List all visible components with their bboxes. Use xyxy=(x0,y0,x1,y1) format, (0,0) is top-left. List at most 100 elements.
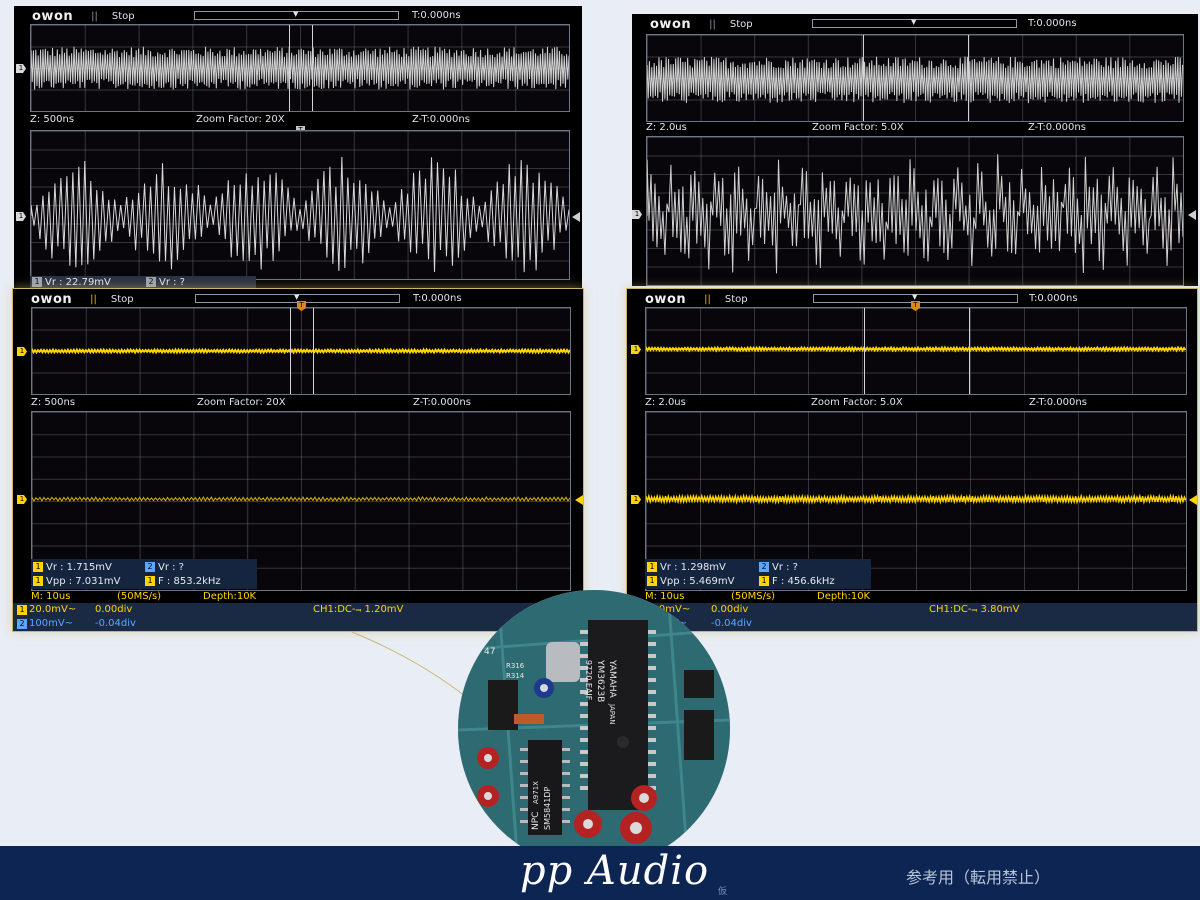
zoom-trigger-time: Z-T:0.000ns xyxy=(412,114,470,125)
scope-bottom-left: owon || Stop ▼ T:0.000ns 1 T Z: 500ns Zo… xyxy=(12,288,584,632)
yamaha-chip xyxy=(588,620,648,810)
pause-icon: || xyxy=(90,293,97,305)
zoom-window-marker xyxy=(289,25,313,111)
svg-text:A971X: A971X xyxy=(532,781,540,804)
zoom-time: Z: 500ns xyxy=(31,397,76,408)
scope-bottom-right: owon || Stop ▼ T:0.000ns 1 T Z: 2.0us Zo… xyxy=(626,288,1198,632)
sample-rate: (50MS/s) xyxy=(117,591,162,602)
pause-icon: || xyxy=(704,293,711,305)
zoom-factor: Zoom Factor: 20X xyxy=(196,114,285,125)
meas-vr-ch2: Vr : ? xyxy=(772,561,798,573)
zoom-trigger-time: Z-T:0.000ns xyxy=(1028,122,1086,133)
run-status: Stop xyxy=(729,18,753,30)
zoom-info-row: Z: 2.0us Zoom Factor: 5.0X Z-T:0.000ns xyxy=(632,120,1198,136)
zoom-info-row: Z: 500ns Zoom Factor: 20X Z-T:0.000ns xyxy=(14,112,582,128)
ch1-level-marker: 1 xyxy=(17,347,27,356)
zoom-window-marker xyxy=(290,308,314,394)
ch1-zoom-level-marker: 1 xyxy=(16,212,26,221)
trigger-time: T:0.000ns xyxy=(1028,18,1077,29)
owon-logo: owon xyxy=(31,291,73,307)
meas-vr-ch1: Vr : 22.79mV xyxy=(45,276,111,288)
trigger-time: T:0.000ns xyxy=(413,293,462,304)
meas-vr-ch2: Vr : ? xyxy=(158,561,184,573)
zoom-time: Z: 500ns xyxy=(30,114,75,125)
scope-top-left: owon || Stop ▼ T:0.000ns 1 Z: 500ns Zoom… xyxy=(14,6,582,288)
owon-logo: owon xyxy=(645,291,687,307)
ch2-settings-row: 2 100mV~ -0.04div xyxy=(13,617,583,631)
main-waveform-window xyxy=(646,34,1184,122)
zoom-waveform-window xyxy=(646,136,1184,286)
meas-freq-ch1: F : 853.2kHz xyxy=(158,575,221,587)
usage-notice: 参考用（転用禁止） xyxy=(906,868,1051,887)
svg-text:NPC: NPC xyxy=(531,812,541,830)
zoom-waveform-window xyxy=(30,130,570,280)
timebase: M: 10us xyxy=(645,591,685,602)
ch2-offset: -0.04div xyxy=(711,618,752,629)
run-status: Stop xyxy=(110,293,134,305)
svg-text:SM5841DP: SM5841DP xyxy=(543,787,552,831)
ch1-level-marker: 1 xyxy=(16,64,26,73)
ch1-zoom-level-marker: 1 xyxy=(17,495,27,504)
main-waveform-window xyxy=(31,307,571,395)
meas-vr-ch2: Vr : ? xyxy=(159,276,185,288)
zoom-window-marker xyxy=(864,308,970,394)
meas-vpp-ch1: Vpp : 7.031mV xyxy=(46,575,121,587)
zoom-window-marker xyxy=(863,35,969,121)
svg-text:9720 EAJF: 9720 EAJF xyxy=(584,660,593,701)
ch1-scale: 20.0mV~ xyxy=(29,604,77,615)
trigger-time: T:0.000ns xyxy=(1029,293,1078,304)
memory-position-bar: ▼ xyxy=(812,18,1017,28)
trigger-level-marker xyxy=(1188,210,1196,220)
zoom-time: Z: 2.0us xyxy=(646,122,687,133)
pause-icon: || xyxy=(91,10,98,22)
brand-subtext: 仮 xyxy=(718,887,728,897)
measurement-panel: 1 Vr : 22.79mV 2 Vr : ? xyxy=(30,276,256,288)
measurement-panel: 1 Vr : 1.715mV 2 Vr : ? 1 Vpp : 7.031mV 1F … xyxy=(31,559,257,589)
ch1-zoom-level-marker: 1 xyxy=(631,495,641,504)
owon-logo: owon xyxy=(650,16,692,32)
pcb-illustration: YAMAHA JAPAN YM3623B 9720 EAJF NPC A971X… xyxy=(458,590,730,868)
zoom-info-row: Z: 500ns Zoom Factor: 20X Z-T:0.000ns xyxy=(13,395,583,411)
zoom-info-row: Z: 2.0us Zoom Factor: 5.0X Z-T:0.000ns xyxy=(627,395,1197,411)
ch1-offset: 0.00div xyxy=(711,604,749,615)
scope-top-right: owon || Stop ▼ T:0.000ns Z: 2.0us Zoom F… xyxy=(632,14,1198,286)
trigger-level-marker xyxy=(572,212,580,222)
svg-text:47: 47 xyxy=(484,647,495,657)
svg-text:YM3623B: YM3623B xyxy=(595,659,605,702)
footer-bar: pp Audio 仮 参考用（転用禁止） xyxy=(0,846,1200,900)
zoom-trace-ch1 xyxy=(647,154,1183,274)
brand-logo: pp Audio xyxy=(520,848,710,894)
trigger-time: T:0.000ns xyxy=(412,10,461,21)
ch2-scale: 100mV~ xyxy=(29,618,74,629)
trigger-setting: CH1:DC-⫬ 3.80mV xyxy=(929,604,1020,615)
run-status: Stop xyxy=(724,293,748,305)
memory-depth: Depth:10K xyxy=(817,591,871,602)
ch2-settings-row: 2 100mV~ -0.04div xyxy=(627,617,1197,631)
zoom-factor: Zoom Factor: 5.0X xyxy=(811,397,903,408)
timebase: M: 10us xyxy=(31,591,71,602)
main-waveform-window xyxy=(645,307,1187,395)
svg-text:R314: R314 xyxy=(506,672,525,680)
meas-vr-ch1: Vr : 1.715mV xyxy=(46,561,112,573)
zoom-trigger-time: Z-T:0.000ns xyxy=(413,397,471,408)
trigger-level-marker xyxy=(575,495,583,505)
zoom-factor: Zoom Factor: 5.0X xyxy=(812,122,904,133)
trigger-level-marker xyxy=(1189,495,1197,505)
main-waveform-window xyxy=(30,24,570,112)
ch1-settings-row: 1 10.0mV~ 0.00div CH1:DC-⫬ 3.80mV xyxy=(627,603,1197,617)
svg-text:YAMAHA: YAMAHA xyxy=(607,659,617,699)
memory-depth: Depth:10K xyxy=(203,591,257,602)
meas-freq-ch1: F : 456.6kHz xyxy=(772,575,835,587)
svg-text:R316: R316 xyxy=(506,662,525,670)
owon-logo: owon xyxy=(32,8,74,24)
ch1-level-marker: 1 xyxy=(631,345,641,354)
zoom-trigger-time: Z-T:0.000ns xyxy=(1029,397,1087,408)
zoom-trace-ch1 xyxy=(31,156,569,273)
ch2-offset: -0.04div xyxy=(95,618,136,629)
meas-vr-ch1: Vr : 1.298mV xyxy=(660,561,726,573)
svg-text:JAPAN: JAPAN xyxy=(608,703,616,725)
ch1-offset: 0.00div xyxy=(95,604,133,615)
zoom-factor: Zoom Factor: 20X xyxy=(197,397,286,408)
trigger-setting: CH1:DC-⫬ 1.20mV xyxy=(313,604,404,615)
memory-position-bar: ▼ xyxy=(194,10,399,20)
